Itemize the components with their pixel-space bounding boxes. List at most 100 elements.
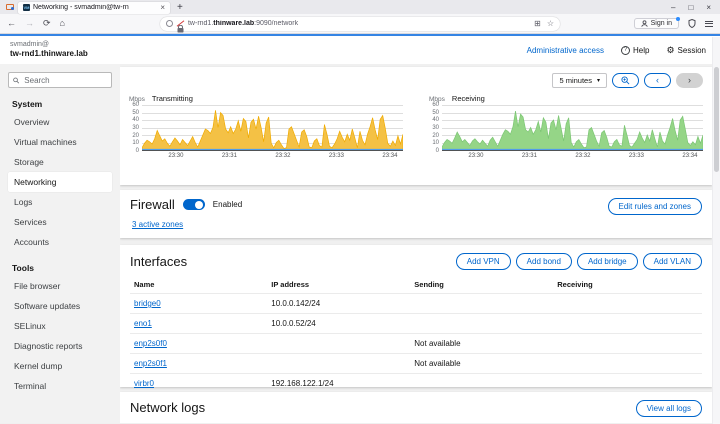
sidebar-item-file-browser[interactable]: File browser <box>8 276 112 296</box>
sidebar-item-virtual-machines[interactable]: Virtual machines <box>8 132 112 152</box>
masthead-host: tw-rnd1.thinware.lab <box>10 49 88 59</box>
zoom-in-button[interactable] <box>612 73 639 88</box>
add-bond-button[interactable]: Add bond <box>516 253 572 270</box>
notification-dot <box>676 17 680 21</box>
chart-title: Receiving <box>452 94 485 103</box>
network-logs-title: Network logs <box>130 400 205 415</box>
scrollbar-thumb[interactable] <box>714 67 719 172</box>
table-row: bridge0 10.0.0.142/24 <box>130 294 702 314</box>
sidebar-item-networking[interactable]: Networking <box>8 172 112 192</box>
search-input[interactable] <box>22 75 107 86</box>
forward-icon[interactable]: → <box>25 19 34 28</box>
reader-actions-icon[interactable]: ⊞ <box>534 19 541 28</box>
session-menu[interactable]: ⚙ Session <box>666 45 706 56</box>
sidebar-item-selinux[interactable]: SELinux <box>8 316 112 336</box>
edit-rules-zones-button[interactable]: Edit rules and zones <box>608 198 703 215</box>
interface-link[interactable]: bridge0 <box>134 299 161 308</box>
home-icon[interactable]: ⌂ <box>60 19 65 28</box>
interface-ip <box>267 334 410 354</box>
help-icon: ? <box>621 46 630 55</box>
interface-ip <box>267 354 410 374</box>
interface-link[interactable]: enp2s0f1 <box>134 359 167 368</box>
sidebar-item-diagnostic-reports[interactable]: Diagnostic reports <box>8 336 112 356</box>
reload-icon[interactable]: ⟳ <box>43 19 51 28</box>
page-scrollbar[interactable] <box>712 37 720 424</box>
add-vlan-button[interactable]: Add VLAN <box>643 253 702 270</box>
interface-sending: Not available <box>410 334 553 354</box>
interface-link[interactable]: eno1 <box>134 319 152 328</box>
add-bridge-button[interactable]: Add bridge <box>577 253 638 270</box>
sidebar-item-accounts[interactable]: Accounts <box>8 232 112 252</box>
column-header-sending: Sending <box>410 277 553 294</box>
column-header-ip: IP address <box>267 277 410 294</box>
browser-navbar: ← → ⟳ ⌂ tw-rnd1.thinware.lab:9090/networ… <box>0 14 720 34</box>
plot-area[interactable] <box>442 105 703 151</box>
masthead-user: svmadmin@ <box>10 41 88 50</box>
browser-tab[interactable]: VM Networking - svmadmin@tw-rn × <box>18 2 170 14</box>
shield-icon[interactable] <box>688 19 696 28</box>
sidebar-item-logs[interactable]: Logs <box>8 192 112 212</box>
sidebar-item-software-updates[interactable]: Software updates <box>8 296 112 316</box>
network-graphs-card: 5 minutes ▾ ‹ › Mbps Transmitting <box>120 67 712 185</box>
sign-in-button[interactable]: Sign in <box>634 18 679 29</box>
table-row: eno1 10.0.0.52/24 <box>130 314 702 334</box>
previous-range-button[interactable]: ‹ <box>644 73 671 88</box>
table-row: virbr0 192.168.122.1/24 <box>130 374 702 394</box>
search-icon <box>13 77 19 84</box>
interfaces-title: Interfaces <box>130 254 187 269</box>
insecure-lock-icon[interactable] <box>177 20 184 28</box>
table-row: enp2s0f0 Not available <box>130 334 702 354</box>
plot-area[interactable] <box>142 105 403 151</box>
sidebar: System Overview Virtual machines Storage… <box>0 64 120 423</box>
transmitting-chart: Mbps Transmitting 0102030405060 23:3023:… <box>129 94 403 161</box>
sidebar-item-kernel-dump[interactable]: Kernel dump <box>8 356 112 376</box>
interface-receiving <box>553 294 702 314</box>
network-logs-card: Network logs View all logs <box>120 392 712 423</box>
permissions-icon[interactable] <box>166 20 173 27</box>
interface-ip: 10.0.0.52/24 <box>267 314 410 334</box>
add-vpn-button[interactable]: Add VPN <box>456 253 511 270</box>
receiving-chart: Mbps Receiving 0102030405060 23:3023:312… <box>429 94 703 161</box>
interface-link[interactable]: virbr0 <box>134 379 154 388</box>
sidebar-search[interactable] <box>8 72 112 88</box>
back-icon[interactable]: ← <box>7 19 16 28</box>
y-axis-labels: 0102030405060 <box>129 105 142 151</box>
window-close-icon[interactable]: × <box>706 3 711 12</box>
column-header-receiving: Receiving <box>553 277 702 294</box>
browser-tab-strip: VM Networking - svmadmin@tw-rn × + – □ × <box>0 0 720 14</box>
sidebar-item-services[interactable]: Services <box>8 212 112 232</box>
zoom-in-icon <box>621 76 630 85</box>
new-tab-button[interactable]: + <box>177 2 183 13</box>
next-range-button[interactable]: › <box>676 73 703 88</box>
sidebar-item-storage[interactable]: Storage <box>8 152 112 172</box>
y-axis-labels: 0102030405060 <box>429 105 442 151</box>
window-minimize-icon[interactable]: – <box>671 3 675 12</box>
gear-icon: ⚙ <box>666 45 674 56</box>
interface-sending <box>410 314 553 334</box>
chart-title: Transmitting <box>152 94 193 103</box>
active-zones-link[interactable]: 3 active zones <box>132 220 183 229</box>
firefox-view-icon[interactable] <box>2 1 18 13</box>
chevron-down-icon: ▾ <box>597 77 600 84</box>
host-switcher[interactable]: svmadmin@ tw-rnd1.thinware.lab <box>10 41 88 60</box>
sidebar-section-tools: Tools <box>12 263 108 273</box>
url-bar[interactable]: tw-rnd1.thinware.lab:9090/network ⊞ ☆ <box>160 17 560 31</box>
sidebar-item-terminal[interactable]: Terminal <box>8 376 112 396</box>
interface-sending <box>410 294 553 314</box>
administrative-access-link[interactable]: Administrative access <box>527 46 604 55</box>
help-menu[interactable]: ? Help <box>621 46 649 55</box>
interface-sending <box>410 374 553 394</box>
interface-link[interactable]: enp2s0f0 <box>134 339 167 348</box>
firewall-toggle[interactable] <box>183 199 205 210</box>
interfaces-table: Name IP address Sending Receiving bridge… <box>130 277 702 393</box>
interval-select[interactable]: 5 minutes ▾ <box>552 73 607 88</box>
menu-icon[interactable] <box>705 21 713 27</box>
url-text: tw-rnd1.thinware.lab:9090/network <box>188 20 530 27</box>
view-all-logs-button[interactable]: View all logs <box>636 400 702 417</box>
firewall-card: Firewall Enabled 3 active zones Edit rul… <box>120 190 712 238</box>
masthead: svmadmin@ tw-rnd1.thinware.lab Administr… <box>0 36 720 64</box>
bookmark-star-icon[interactable]: ☆ <box>547 19 554 28</box>
sidebar-item-overview[interactable]: Overview <box>8 112 112 132</box>
window-maximize-icon[interactable]: □ <box>688 3 693 12</box>
tab-close-icon[interactable]: × <box>160 3 165 12</box>
